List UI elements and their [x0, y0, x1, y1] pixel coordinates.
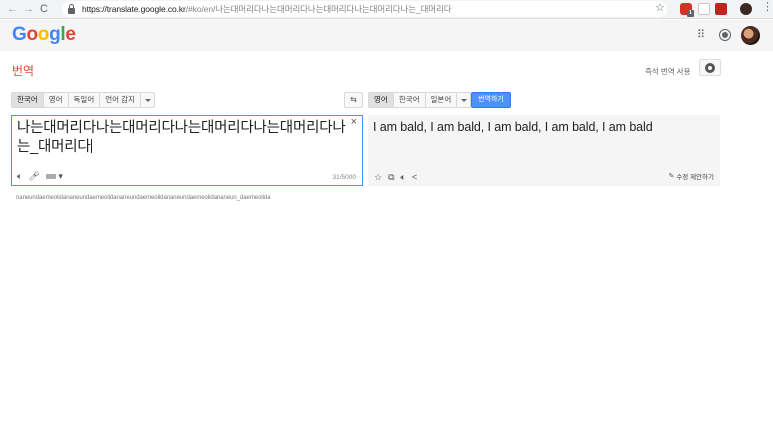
text-caret [90, 139, 92, 153]
logo-letter: e [65, 24, 76, 45]
source-language-bar: 한국어 영어 독일어 언어 감지 [11, 92, 155, 108]
page-title: 번역 [12, 64, 35, 78]
source-text-value: 나는대머리다나는대머리다나는대머리다나는대머리다나는_대머리다 [17, 120, 346, 155]
translation-text: I am bald, I am bald, I am bald, I am ba… [373, 120, 653, 134]
apps-grid-icon[interactable]: ⠿ [697, 30, 705, 41]
character-count: 31/5000 [332, 174, 357, 181]
keyboard-icon[interactable]: ▾ [45, 172, 63, 181]
share-icon[interactable]: < [412, 173, 417, 182]
bookmark-star-icon[interactable]: ☆ [655, 3, 665, 14]
target-lang-korean[interactable]: 한국어 [394, 93, 426, 107]
google-logo[interactable]: Google [12, 25, 76, 44]
source-lang-detect[interactable]: 언어 감지 [100, 93, 141, 107]
url-host: https://translate.google.co.kr [82, 4, 186, 14]
url-path: /#ko/en/나는대머리다나는대머리다나는대머리다나는대머리다나는_대머리다 [185, 4, 452, 14]
star-icon[interactable]: ☆ [374, 173, 382, 182]
speaker-icon[interactable]: 🔈︎ [17, 172, 22, 181]
extension-icon[interactable] [698, 3, 710, 15]
extension-badge: 1 [687, 10, 694, 17]
translate-button[interactable]: 번역하기 [471, 92, 511, 108]
swap-languages-button[interactable]: ⇆ [344, 92, 363, 108]
pencil-icon: ✎ [668, 173, 675, 180]
browser-toolbar: ← → C https://translate.google.co.kr/#ko… [0, 0, 773, 19]
source-lang-german[interactable]: 독일어 [69, 93, 101, 107]
forward-icon[interactable]: → [23, 3, 34, 15]
settings-button[interactable] [699, 59, 721, 76]
suggest-edit-button[interactable]: ✎ 수정 제안하기 [668, 171, 714, 181]
extension-icon[interactable] [715, 3, 727, 15]
mic-icon[interactable]: 🎤︎ [28, 172, 39, 181]
translation-result-area: I am bald, I am bald, I am bald, I am ba… [368, 115, 720, 186]
suggest-edit-label: 수정 제안하기 [676, 174, 714, 181]
logo-letter: o [37, 24, 50, 45]
gear-icon [705, 62, 715, 73]
target-lang-english[interactable]: 영어 [369, 93, 394, 107]
google-header: Google ⠿ [0, 20, 773, 51]
target-lang-dropdown-icon[interactable] [457, 93, 470, 107]
source-lang-dropdown-icon[interactable] [141, 93, 154, 107]
source-tools: 🔈︎ 🎤︎ ▾ [17, 172, 63, 181]
clear-icon[interactable]: × [351, 117, 357, 128]
logo-letter: G [12, 24, 27, 45]
account-avatar[interactable] [741, 26, 760, 45]
notifications-icon[interactable] [720, 30, 730, 40]
back-icon[interactable]: ← [7, 3, 18, 15]
reload-icon[interactable]: C [39, 3, 49, 15]
logo-letter: g [49, 24, 61, 45]
target-language-bar: 영어 한국어 일본어 [368, 92, 472, 108]
speaker-icon[interactable]: 🔈︎ [401, 173, 406, 182]
extension-icon[interactable]: 1 [680, 3, 694, 17]
profile-avatar-icon[interactable] [740, 3, 752, 15]
target-lang-japanese[interactable]: 일본어 [426, 93, 458, 107]
source-lang-korean[interactable]: 한국어 [12, 93, 44, 107]
lock-icon [68, 3, 75, 14]
source-text-area[interactable]: 나는대머리다나는대머리다나는대머리다나는대머리다나는_대머리다 × 🔈︎ 🎤︎ … [11, 115, 363, 186]
result-tools: ☆ ⧉ 🔈︎ < [374, 173, 417, 182]
copy-icon[interactable]: ⧉ [388, 173, 394, 182]
url-text: https://translate.google.co.kr/#ko/en/나는… [82, 3, 452, 15]
browser-menu-icon[interactable]: ⋮ [762, 2, 773, 13]
source-text[interactable]: 나는대머리다나는대머리다나는대머리다나는대머리다나는_대머리다 [17, 119, 347, 157]
transliteration-text: naneundaemeolidananeundaemeolidananeunda… [16, 195, 271, 201]
logo-letter: o [26, 24, 38, 45]
address-bar[interactable]: https://translate.google.co.kr/#ko/en/나는… [62, 1, 667, 17]
instant-translation-label[interactable]: 즉석 번역 사용 [645, 66, 691, 77]
source-lang-english[interactable]: 영어 [44, 93, 69, 107]
